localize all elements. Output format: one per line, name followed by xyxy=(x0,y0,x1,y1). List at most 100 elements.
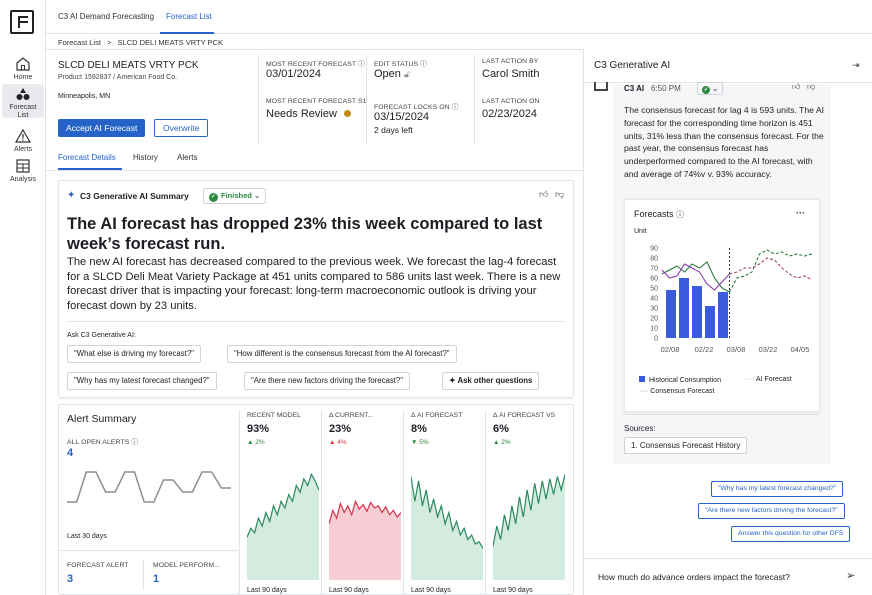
summary-headline: The AI forecast has dropped 23% this wee… xyxy=(67,215,543,253)
last-action-on-label: LAST ACTION ON xyxy=(482,98,540,105)
info-icon[interactable]: ⓘ xyxy=(452,104,459,111)
alert-summary-title: Alert Summary xyxy=(67,413,137,425)
x-tick-label: 03/22 xyxy=(759,345,778,354)
chart-title: Forecasts ⓘ xyxy=(634,209,685,219)
needs-review-value: Needs Review xyxy=(266,108,351,120)
divider xyxy=(46,49,583,50)
divider xyxy=(624,414,820,415)
metric-value: 8% xyxy=(411,423,427,435)
metric-sparkline xyxy=(411,476,483,580)
sparkline-area xyxy=(247,474,319,580)
historical-bar xyxy=(692,286,702,338)
info-icon[interactable]: ⓘ xyxy=(131,439,138,446)
y-tick-label: 40 xyxy=(650,296,658,303)
metric-label: Δ AI FORECAST xyxy=(411,412,463,419)
sources-label: Sources: xyxy=(624,424,656,433)
sparkle-icon: ✦ xyxy=(449,376,456,385)
x-tick-label: 03/08 xyxy=(727,345,746,354)
last-action-by-value: Carol Smith xyxy=(482,68,540,80)
tab-demand-forecasting[interactable]: C3 AI Demand Forecasting xyxy=(58,12,154,21)
divider xyxy=(58,550,238,551)
breadcrumb: Forecast List > SLCD DELI MEATS VRTY PCK xyxy=(58,38,223,47)
metric-delta: ▼ 5% xyxy=(411,439,429,446)
metric-period: Last 90 days xyxy=(247,587,287,594)
question-chip[interactable]: "How different is the consensus forecast… xyxy=(227,345,457,363)
active-tab-indicator xyxy=(160,32,214,34)
nav-forecast-list[interactable]: Forecast List xyxy=(2,84,44,119)
x-tick-label: 04/05 xyxy=(791,345,810,354)
thumbs-up-icon[interactable]: 👍︎ xyxy=(539,189,548,200)
edit-status-value: Open 🔓︎ xyxy=(374,68,410,80)
legend-swatch xyxy=(639,376,645,382)
status-dropdown[interactable]: ✓ ⌄ xyxy=(697,82,724,95)
warning-icon xyxy=(15,128,31,143)
summary-title: C3 Generative AI Summary xyxy=(80,191,189,201)
question-chip[interactable]: "Are there new factors driving the forec… xyxy=(244,372,411,390)
y-tick-label: 10 xyxy=(650,326,658,333)
info-icon[interactable]: ⓘ xyxy=(676,210,684,219)
collapse-panel-icon[interactable]: ⇥ xyxy=(852,60,860,71)
divider xyxy=(485,410,486,595)
nav-home[interactable]: Home xyxy=(2,56,44,81)
sparkle-icon: ✦ xyxy=(67,190,76,201)
info-icon[interactable]: ⓘ xyxy=(358,61,365,68)
forecast-alerts-value[interactable]: 3 xyxy=(67,573,73,585)
tab-forecast-list[interactable]: Forecast List xyxy=(166,12,212,21)
accept-ai-forecast-button[interactable]: Accept AI Forecast xyxy=(58,119,146,137)
more-options-icon[interactable]: ··· xyxy=(796,208,805,218)
status-finished-dropdown[interactable]: ✓ Finished ⌄ xyxy=(203,188,267,204)
breadcrumb-root[interactable]: Forecast List xyxy=(58,38,101,47)
nav-analysis[interactable]: Analysis xyxy=(2,158,44,183)
alert-step-chart xyxy=(67,471,231,503)
product-name: SLCD DELI MEATS VRTY PCK xyxy=(58,60,199,71)
suggestion-chip[interactable]: "Are there new factors driving the forec… xyxy=(698,503,845,519)
info-icon[interactable]: ⓘ xyxy=(420,61,427,68)
suggestion-chip[interactable]: "Why has my latest forecast changed?" xyxy=(711,481,844,497)
status-dot xyxy=(343,110,351,117)
model-perf-value[interactable]: 1 xyxy=(153,573,159,585)
chat-input[interactable]: How much do advance orders impact the fo… xyxy=(598,572,790,582)
divider xyxy=(46,170,583,171)
tab-alerts[interactable]: Alerts xyxy=(177,153,197,162)
nav-alerts[interactable]: Alerts xyxy=(2,128,44,153)
legend-consensus: ···· Consensus Forecast xyxy=(639,388,715,395)
question-chip[interactable]: "Why has my latest forecast changed?" xyxy=(67,372,217,390)
product-location: Minneapolis, MN xyxy=(58,93,111,100)
historical-bar xyxy=(679,278,689,338)
divider xyxy=(143,560,144,590)
y-tick-label: 30 xyxy=(650,306,658,313)
metric-period: Last 90 days xyxy=(329,587,369,594)
ask-other-questions-button[interactable]: ✦ Ask other questions xyxy=(442,372,540,390)
nav-alerts-label: Alerts xyxy=(14,146,32,153)
alert-period: Last 30 days xyxy=(67,533,107,540)
divider xyxy=(258,55,259,145)
left-rail: Home Forecast List Alerts Analysis xyxy=(0,0,46,595)
check-icon: ✓ xyxy=(209,193,218,202)
suggestion-chip[interactable]: Answer this question for other DFS xyxy=(731,526,851,542)
forecast-list-icon xyxy=(16,88,30,100)
send-icon[interactable]: ➢ xyxy=(846,569,855,582)
tab-forecast-details[interactable]: Forecast Details xyxy=(58,153,116,162)
days-left: 2 days left xyxy=(374,125,413,135)
metric-label: Δ CURRENT... xyxy=(329,412,374,419)
alert-step-line xyxy=(67,471,231,503)
all-open-alerts-value[interactable]: 4 xyxy=(67,447,73,459)
breadcrumb-current: SLCD DELI MEATS VRTY PCK xyxy=(117,38,223,47)
thumbs-down-icon[interactable]: 👎︎ xyxy=(807,82,815,92)
chart-ylabel: Unit xyxy=(634,228,647,235)
c3-avatar-icon xyxy=(594,82,608,91)
last-action-on-value: 02/23/2024 xyxy=(482,108,538,120)
thumbs-down-icon[interactable]: 👎︎ xyxy=(555,189,564,200)
question-chip[interactable]: "What else is driving my forecast?" xyxy=(67,345,201,363)
ai-message: The consensus forecast for lag 4 is 593 … xyxy=(624,105,824,179)
chevron-down-icon: ⌄ xyxy=(253,191,261,200)
last-action-by-label: LAST ACTION BY xyxy=(482,58,539,65)
most-recent-forecast-s-label: MOST RECENT FORECAST S1 xyxy=(266,98,367,105)
source-chip[interactable]: 1. Consensus Forecast History xyxy=(624,437,748,454)
metric-delta: ▲ 2% xyxy=(247,439,265,446)
overwrite-button[interactable]: Overwrite xyxy=(154,119,209,137)
tab-history[interactable]: History xyxy=(133,153,158,162)
metric-label: Δ AI FORECAST VS xyxy=(493,412,556,419)
legend-ai-forecast: ···· AI Forecast xyxy=(745,376,792,383)
thumbs-up-icon[interactable]: 👍︎ xyxy=(792,82,800,92)
